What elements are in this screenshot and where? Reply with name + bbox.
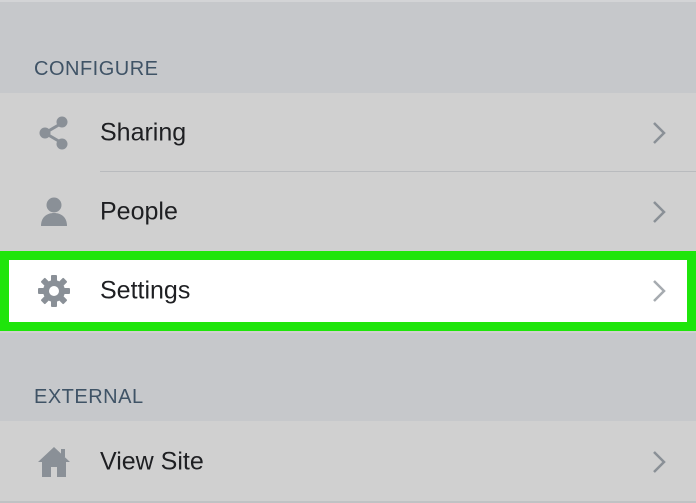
external-group: View Site	[0, 421, 696, 503]
home-icon	[35, 443, 73, 481]
section-header-configure: CONFIGURE	[34, 58, 159, 80]
menu-item-settings[interactable]: Settings	[0, 251, 696, 331]
chevron-right-icon	[653, 450, 666, 473]
menu-item-label: Sharing	[100, 118, 187, 146]
menu-item-sharing[interactable]: Sharing	[0, 93, 696, 172]
top-divider	[0, 0, 696, 2]
gear-icon	[35, 272, 73, 310]
menu-item-label: People	[100, 197, 178, 225]
chevron-right-icon	[653, 280, 666, 302]
menu-item-view-site[interactable]: View Site	[0, 422, 696, 501]
person-icon	[35, 193, 73, 231]
menu-item-people[interactable]: People	[0, 172, 696, 251]
chevron-right-icon	[653, 200, 666, 223]
menu-item-label: View Site	[100, 447, 204, 475]
menu-item-label: Settings	[100, 276, 191, 305]
chevron-right-icon	[653, 121, 666, 144]
share-icon	[35, 114, 73, 152]
section-header-external: EXTERNAL	[34, 386, 144, 408]
